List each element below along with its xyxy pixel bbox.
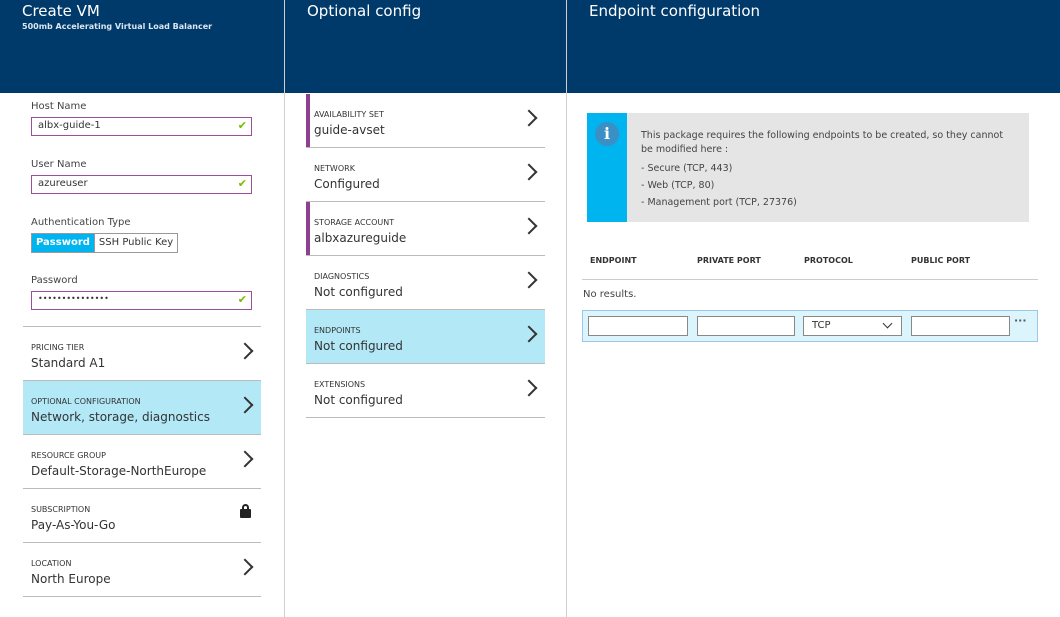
- blade-item-extensions[interactable]: EXTENSIONS Not configured: [306, 364, 545, 418]
- password-input[interactable]: ••••••••••••••• ✔: [31, 291, 252, 310]
- chevron-right-icon: [520, 379, 538, 397]
- item-value: Standard A1: [31, 356, 106, 370]
- auth-type-toggle: Password SSH Public Key: [31, 233, 179, 253]
- item-key: DIAGNOSTICS: [314, 272, 370, 281]
- blade-item-availability-set[interactable]: AVAILABILITY SET guide-avset: [306, 94, 545, 148]
- no-results-text: No results.: [583, 289, 637, 300]
- blade-item-storage-account[interactable]: STORAGE ACCOUNT albxazureguide: [306, 202, 545, 256]
- password-value: •••••••••••••••: [38, 294, 109, 303]
- column-header-protocol: PROTOCOL: [804, 256, 853, 265]
- blade-title: Optional config: [307, 2, 422, 20]
- item-key: OPTIONAL CONFIGURATION: [31, 397, 141, 406]
- password-label: Password: [31, 275, 78, 286]
- info-text: This package requires the following endp…: [641, 129, 1016, 211]
- item-key: PRICING TIER: [31, 343, 85, 352]
- user-name-input[interactable]: azureuser ✔: [31, 175, 252, 194]
- chevron-right-icon: [520, 271, 538, 289]
- chevron-right-icon: [236, 342, 254, 360]
- chevron-right-icon: [236, 450, 254, 468]
- blade-title: Create VM: [22, 2, 100, 20]
- more-options-button[interactable]: ···: [1014, 314, 1027, 327]
- blade-item-pricing-tier[interactable]: PRICING TIER Standard A1: [23, 327, 261, 381]
- info-strip: i: [587, 113, 627, 222]
- blade-title: Endpoint configuration: [589, 2, 761, 20]
- item-value: guide-avset: [314, 123, 385, 137]
- user-name-label: User Name: [31, 159, 87, 170]
- info-list-item: - Secure (TCP, 443): [641, 163, 733, 174]
- info-message: This package requires the following endp…: [641, 130, 1004, 155]
- host-name-label: Host Name: [31, 101, 87, 112]
- chevron-right-icon: [520, 163, 538, 181]
- item-value: Network, storage, diagnostics: [31, 410, 210, 424]
- column-header-public-port: PUBLIC PORT: [911, 256, 971, 265]
- blade-item-network[interactable]: NETWORK Configured: [306, 148, 545, 202]
- item-key: ENDPOINTS: [314, 326, 361, 335]
- blade-header: Endpoint configuration: [567, 0, 1060, 93]
- host-name-value: albx-guide-1: [38, 120, 101, 131]
- info-icon: i: [595, 122, 619, 146]
- item-value: North Europe: [31, 572, 111, 586]
- optional-config-blade: Optional config AVAILABILITY SET guide-av…: [285, 0, 566, 617]
- private-port-input[interactable]: [697, 316, 795, 336]
- protocol-value: TCP: [812, 320, 831, 331]
- blade-header: Create VM 500mb Accelerating Virtual Loa…: [0, 0, 284, 93]
- required-indicator: [306, 202, 310, 255]
- item-value: albxazureguide: [314, 231, 407, 245]
- item-value: Configured: [314, 177, 380, 191]
- chevron-right-icon: [520, 217, 538, 235]
- chevron-right-icon: [236, 396, 254, 414]
- blade-item-endpoints[interactable]: ENDPOINTS Not configured: [306, 310, 545, 364]
- chevron-down-icon: [882, 318, 893, 329]
- item-key: LOCATION: [31, 559, 72, 568]
- info-list-item: - Web (TCP, 80): [641, 180, 715, 191]
- auth-type-label: Authentication Type: [31, 217, 131, 228]
- item-value: Pay-As-You-Go: [31, 518, 116, 532]
- item-key: RESOURCE GROUP: [31, 451, 106, 460]
- item-key: STORAGE ACCOUNT: [314, 218, 395, 227]
- item-value: Not configured: [314, 339, 403, 353]
- blade-item-subscription[interactable]: SUBSCRIPTION Pay-As-You-Go: [23, 489, 261, 543]
- host-name-input[interactable]: albx-guide-1 ✔: [31, 117, 252, 136]
- chevron-right-icon: [520, 325, 538, 343]
- check-icon: ✔: [237, 293, 247, 306]
- blade-item-diagnostics[interactable]: DIAGNOSTICS Not configured: [306, 256, 545, 310]
- info-box: i This package requires the following en…: [587, 113, 1029, 222]
- check-icon: ✔: [237, 119, 247, 132]
- item-value: Not configured: [314, 393, 403, 407]
- auth-option-password[interactable]: Password: [32, 234, 94, 252]
- column-header-private-port: PRIVATE PORT: [697, 256, 761, 265]
- create-vm-blade: Create VM 500mb Accelerating Virtual Loa…: [0, 0, 284, 617]
- endpoint-name-input[interactable]: [588, 316, 688, 336]
- blade-item-resource-group[interactable]: RESOURCE GROUP Default-Storage-NorthEurop…: [23, 435, 261, 489]
- check-icon: ✔: [237, 177, 247, 190]
- item-key: EXTENSIONS: [314, 380, 366, 389]
- item-value: Not configured: [314, 285, 403, 299]
- info-list-item: - Management port (TCP, 27376): [641, 197, 797, 208]
- required-indicator: [306, 94, 310, 147]
- item-key: AVAILABILITY SET: [314, 110, 384, 119]
- lock-icon: [240, 504, 251, 518]
- blade-header: Optional config: [285, 0, 566, 93]
- protocol-select[interactable]: TCP: [803, 316, 902, 336]
- item-key: SUBSCRIPTION: [31, 505, 91, 514]
- chevron-right-icon: [236, 558, 254, 576]
- public-port-input[interactable]: [911, 316, 1010, 336]
- user-name-value: azureuser: [38, 178, 88, 189]
- column-header-endpoint: ENDPOINT: [590, 256, 637, 265]
- blade-item-location[interactable]: LOCATION North Europe: [23, 543, 261, 597]
- auth-option-ssh[interactable]: SSH Public Key: [93, 234, 177, 252]
- blade-item-optional-configuration[interactable]: OPTIONAL CONFIGURATION Network, storage, …: [23, 381, 261, 435]
- endpoint-config-blade: Endpoint configuration i This package re…: [567, 0, 1060, 617]
- item-value: Default-Storage-NorthEurope: [31, 464, 207, 478]
- blade-subtitle: 500mb Accelerating Virtual Load Balancer: [22, 22, 213, 31]
- chevron-right-icon: [520, 109, 538, 127]
- item-key: NETWORK: [314, 164, 355, 173]
